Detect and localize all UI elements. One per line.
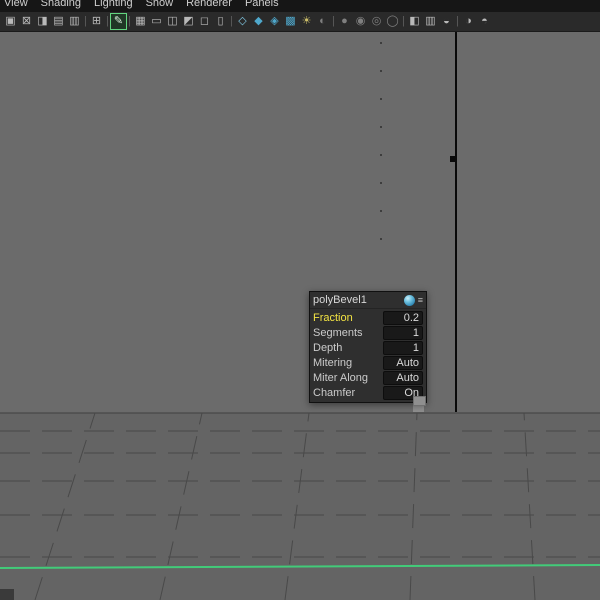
- dof-icon[interactable]: ◯: [385, 14, 400, 29]
- panel-menu-bar: View Shading Lighting Show Renderer Pane…: [0, 0, 600, 12]
- separator[interactable]: |: [83, 14, 88, 29]
- separator[interactable]: |: [229, 14, 234, 29]
- antialias-icon[interactable]: ◎: [369, 14, 384, 29]
- popup-row-label[interactable]: Chamfer: [313, 387, 355, 399]
- menu-item[interactable]: Shading: [41, 0, 81, 12]
- popup-row-label[interactable]: Mitering: [313, 357, 352, 369]
- popup-row: Fraction 0.2: [313, 310, 423, 325]
- separator[interactable]: |: [455, 14, 460, 29]
- popup-row: Miter Along Auto: [313, 370, 423, 385]
- edge-vertex-notch[interactable]: [450, 156, 457, 162]
- viewport-3d-scene[interactable]: [0, 0, 600, 600]
- ao-icon[interactable]: ●: [337, 14, 352, 29]
- motion-blur-icon[interactable]: ◉: [353, 14, 368, 29]
- popup-row-value[interactable]: 1: [383, 340, 423, 355]
- xray-icon[interactable]: ▥: [423, 14, 438, 29]
- shaded-cube-icon[interactable]: ◆: [251, 14, 266, 29]
- contrast-icon[interactable]: ◑: [461, 14, 476, 29]
- wireframe-on-shaded-icon[interactable]: ◈: [267, 14, 282, 29]
- image-plane-icon[interactable]: ▥: [67, 14, 82, 29]
- popup-row: Segments 1: [313, 325, 423, 340]
- popup-row-value[interactable]: Auto: [383, 370, 423, 385]
- popup-row: Chamfer On: [313, 385, 423, 400]
- ground-plane: [0, 413, 600, 600]
- camera-attributes-icon[interactable]: ◨: [35, 14, 50, 29]
- gate-mask-icon[interactable]: ◩: [181, 14, 196, 29]
- viewport-corner-widget: [0, 589, 14, 600]
- menu-item[interactable]: Panels: [245, 0, 279, 12]
- isolate-select-icon[interactable]: ◧: [407, 14, 422, 29]
- popup-row-value[interactable]: 1: [383, 325, 423, 340]
- menu-item[interactable]: Renderer: [186, 0, 232, 12]
- menu-item[interactable]: View: [4, 0, 28, 12]
- resolution-gate-icon[interactable]: ◫: [165, 14, 180, 29]
- popup-row-value[interactable]: 0.2: [383, 310, 423, 325]
- sphere-node-icon: [403, 294, 415, 306]
- popup-title-bar[interactable]: polyBevel1 ≡: [310, 292, 426, 309]
- popup-row-label[interactable]: Miter Along: [313, 372, 368, 384]
- menu-item[interactable]: Lighting: [94, 0, 133, 12]
- popup-row-label[interactable]: Fraction: [313, 312, 353, 324]
- film-gate-icon[interactable]: ▭: [149, 14, 164, 29]
- popup-rows: Fraction 0.2 Segments 1 Depth 1 Mitering…: [310, 310, 426, 400]
- polybevel-popup: polyBevel1 ≡ Fraction 0.2 Segments 1 Dep…: [309, 291, 427, 406]
- safe-title-icon[interactable]: ▯: [213, 14, 228, 29]
- safe-action-icon[interactable]: ◻: [197, 14, 212, 29]
- separator[interactable]: |: [127, 14, 132, 29]
- use-all-lights-icon[interactable]: ☀: [299, 14, 314, 29]
- popup-title: polyBevel1: [313, 294, 367, 306]
- viewport-toolbar: ▣ ⊠ ◨ ▤ ▥ | ⊞ | ✎ | ▦ ▭ ◫ ◩ ◻ ▯ | ◇ ◆ ◈ …: [0, 12, 600, 32]
- menu-item[interactable]: Show: [146, 0, 174, 12]
- camera-lock-icon[interactable]: ⊠: [19, 14, 34, 29]
- gamma-icon[interactable]: ◓: [477, 14, 492, 29]
- popup-menu-icon[interactable]: ≡: [418, 295, 423, 306]
- grid-icon[interactable]: ▦: [133, 14, 148, 29]
- separator[interactable]: |: [105, 14, 110, 29]
- grease-pencil-icon[interactable]: ✎: [110, 13, 127, 30]
- exposure-icon[interactable]: ◒: [439, 14, 454, 29]
- separator[interactable]: |: [401, 14, 406, 29]
- popup-row-label[interactable]: Segments: [313, 327, 363, 339]
- popup-row-value[interactable]: Auto: [383, 355, 423, 370]
- wireframe-icon[interactable]: ◇: [235, 14, 250, 29]
- popup-resize-grip[interactable]: [413, 396, 426, 406]
- popup-row: Mitering Auto: [313, 355, 423, 370]
- bookmark-icon[interactable]: ▤: [51, 14, 66, 29]
- separator[interactable]: |: [331, 14, 336, 29]
- popup-row-label[interactable]: Depth: [313, 342, 342, 354]
- textured-icon[interactable]: ▩: [283, 14, 298, 29]
- shadows-icon[interactable]: ◐: [315, 14, 330, 29]
- popup-row: Depth 1: [313, 340, 423, 355]
- camera-select-icon[interactable]: ▣: [3, 14, 18, 29]
- pan-zoom-icon[interactable]: ⊞: [89, 14, 104, 29]
